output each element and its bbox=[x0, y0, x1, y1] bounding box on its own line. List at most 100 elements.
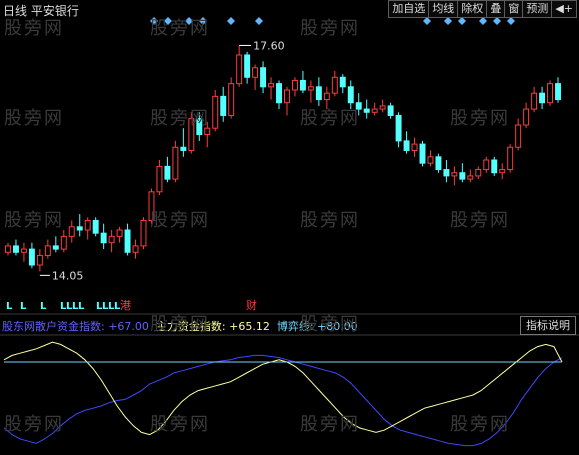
candle-body bbox=[459, 172, 466, 180]
candle-body bbox=[331, 76, 338, 94]
candle-body bbox=[220, 95, 227, 116]
candle-body bbox=[124, 229, 131, 253]
candle-body bbox=[547, 83, 554, 104]
candle-body bbox=[228, 83, 235, 116]
overlay-button[interactable]: 叠 bbox=[486, 0, 506, 18]
candle-body bbox=[260, 67, 267, 88]
indicator-series-line bbox=[3, 341, 563, 436]
candle-body bbox=[307, 86, 314, 91]
candle-body bbox=[60, 235, 67, 250]
candle-body bbox=[252, 67, 259, 78]
signal-l-mark: L bbox=[6, 301, 13, 312]
ex-rights-button[interactable]: 除权 bbox=[457, 0, 488, 18]
candle-body bbox=[291, 79, 298, 91]
candle-body bbox=[347, 86, 354, 104]
nav-back-icon[interactable]: ◀+ bbox=[551, 0, 577, 18]
candle-body bbox=[188, 118, 195, 151]
window-button[interactable]: 窗 bbox=[504, 0, 524, 18]
signal-l-mark: L bbox=[20, 301, 27, 312]
candle-body bbox=[499, 169, 506, 174]
event-label: 财 bbox=[246, 298, 257, 312]
candle-body bbox=[116, 229, 123, 237]
candle-body bbox=[20, 248, 27, 253]
candle-body bbox=[28, 248, 35, 266]
candle-body bbox=[132, 245, 139, 253]
candle-body bbox=[323, 92, 330, 101]
indicator-legend: 股东网散户资金指数: +67.00 主力资金指数: +65.12 博弈线: +8… bbox=[2, 318, 358, 334]
candle-body bbox=[36, 254, 43, 266]
candle-body bbox=[92, 219, 99, 234]
game-label: 博弈线: bbox=[276, 320, 314, 333]
signal-diamond-icon bbox=[493, 17, 501, 25]
candle-body bbox=[363, 108, 370, 113]
chart-stage: 17.60 14.05 L L L L L L L L L L L 港财 日线 平安银行 加自选 均线 除… bbox=[0, 0, 579, 455]
signal-diamond-icon bbox=[227, 17, 235, 25]
signal-l-mark: L bbox=[40, 301, 47, 312]
high-price-label: 17.60 bbox=[253, 39, 285, 52]
candle-body bbox=[475, 169, 482, 177]
indicator-name: 股东网散户资金指数: bbox=[2, 320, 105, 333]
signal-diamond-icon bbox=[507, 17, 515, 25]
signal-diamond-icon bbox=[185, 17, 193, 25]
candle-body bbox=[491, 159, 498, 174]
candle-body bbox=[299, 79, 306, 91]
candle-body bbox=[100, 232, 107, 244]
candle-body bbox=[515, 124, 522, 148]
candle-body bbox=[483, 159, 490, 171]
candle-body bbox=[555, 83, 561, 101]
candle-body bbox=[523, 108, 530, 126]
candle-body bbox=[355, 102, 362, 110]
signal-l-mark: L bbox=[78, 301, 85, 312]
candle-body bbox=[5, 245, 11, 253]
event-label: 港 bbox=[120, 299, 131, 312]
signal-diamond-icon bbox=[479, 17, 487, 25]
candle-body bbox=[403, 140, 410, 151]
candle-body bbox=[172, 146, 179, 180]
indicator-help-button[interactable]: 指标说明 bbox=[520, 316, 576, 335]
candle-body bbox=[196, 118, 203, 136]
signal-diamond-icon bbox=[423, 17, 431, 25]
candle-body bbox=[467, 175, 474, 180]
candle-body bbox=[339, 76, 346, 88]
candle-body bbox=[84, 219, 91, 231]
signal-diamond-icon bbox=[199, 17, 207, 25]
candle-body bbox=[140, 219, 147, 247]
candle-body bbox=[44, 245, 51, 256]
candle-body bbox=[156, 165, 163, 193]
candle-body bbox=[180, 146, 187, 151]
forecast-button[interactable]: 预测 bbox=[522, 0, 553, 18]
candle-body bbox=[212, 95, 219, 129]
chart-canvas[interactable]: 17.6014.05L L L L L L L L L L L 港财 bbox=[0, 0, 579, 455]
candle-body bbox=[268, 83, 275, 88]
candle-body bbox=[539, 92, 546, 104]
candle-body bbox=[244, 54, 251, 78]
candle-body bbox=[435, 156, 442, 171]
signal-diamond-icon bbox=[255, 17, 263, 25]
candle-body bbox=[443, 169, 450, 177]
candle-body bbox=[395, 114, 402, 142]
candle-body bbox=[419, 143, 426, 164]
chart-title: 日线 平安银行 bbox=[3, 4, 79, 18]
candle-body bbox=[387, 105, 394, 116]
candle-body bbox=[148, 191, 155, 221]
signal-diamond-icon bbox=[444, 17, 452, 25]
retail-value: +67.00 bbox=[108, 320, 149, 333]
add-watchlist-button[interactable]: 加自选 bbox=[388, 0, 430, 18]
indicator-series-line bbox=[3, 354, 563, 447]
signal-diamond-icon bbox=[150, 17, 158, 25]
candle-body bbox=[427, 156, 434, 164]
low-price-label: 14.05 bbox=[52, 269, 84, 282]
candle-body bbox=[276, 83, 282, 104]
candle-body bbox=[108, 235, 115, 244]
toolbar: 加自选 均线 除权 叠 窗 预测 ◀+ bbox=[388, 0, 577, 18]
moving-average-button[interactable]: 均线 bbox=[428, 0, 459, 18]
candle-body bbox=[236, 54, 243, 85]
candle-body bbox=[507, 146, 514, 171]
candle-body bbox=[52, 245, 59, 250]
candle-body bbox=[371, 108, 378, 113]
candle-body bbox=[531, 92, 538, 110]
candle-body bbox=[451, 172, 458, 177]
candle-body bbox=[379, 105, 386, 110]
candle-body bbox=[315, 86, 322, 101]
candle-body bbox=[12, 245, 19, 253]
